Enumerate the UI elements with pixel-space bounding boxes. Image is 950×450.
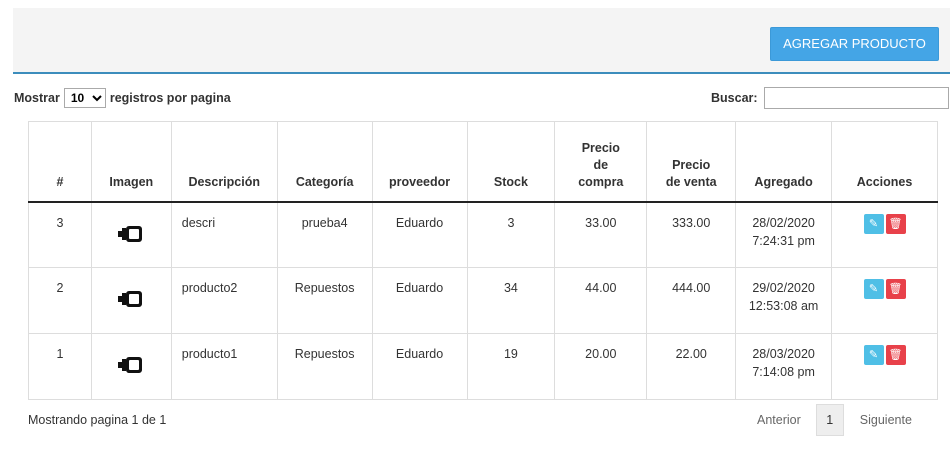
added-time: 7:14:08 pm [752, 365, 815, 379]
added-date: 29/02/2020 [752, 281, 815, 295]
cell-stock: 19 [466, 333, 556, 400]
pagination: Anterior 1 Siguiente [757, 403, 912, 437]
col-header-description[interactable]: Descripción [170, 121, 278, 203]
edit-icon[interactable]: ✎ [863, 345, 884, 365]
product-image-icon [118, 355, 144, 380]
next-page-button[interactable]: Siguiente [860, 413, 912, 427]
cell-sell-price: 333.00 [646, 201, 737, 268]
added-date: 28/03/2020 [752, 347, 815, 361]
cell-description: producto1 [170, 333, 278, 400]
search-input[interactable] [763, 87, 949, 109]
cell-added: 28/03/2020 7:14:08 pm [735, 333, 833, 400]
per-page-label: registros por pagina [109, 91, 231, 105]
table-header-row: # Imagen Descripción Categoría proveedor… [28, 121, 938, 203]
col-header-id[interactable]: # [28, 121, 92, 203]
trash-icon[interactable]: 🗑 [885, 345, 906, 365]
cell-stock: 3 [466, 201, 556, 268]
buy-line-2: de [593, 157, 609, 172]
cell-id: 2 [28, 267, 92, 334]
prev-page-button[interactable]: Anterior [757, 413, 801, 427]
added-date: 28/02/2020 [752, 215, 815, 230]
col-header-added[interactable]: Agregado [735, 121, 833, 203]
products-table: # Imagen Descripción Categoría proveedor… [28, 121, 938, 400]
cell-category: prueba4 [276, 201, 373, 268]
trash-icon[interactable]: 🗑 [885, 213, 906, 234]
product-image-icon [118, 224, 144, 249]
added-time: 12:53:08 am [748, 299, 819, 313]
table-row: 1 producto1 Repuestos Eduardo 19 20.00 22.00 28… [28, 333, 938, 400]
cell-sell-price: 444.00 [646, 267, 737, 334]
table-row: 3 descri prueba4 Eduardo 3 33.00 333.00 28/02/2… [28, 201, 938, 268]
cell-provider: Eduardo [371, 201, 468, 268]
trash-icon[interactable]: 🗑 [885, 279, 906, 299]
col-header-actions: Acciones [831, 121, 938, 203]
edit-icon[interactable]: ✎ [863, 279, 884, 299]
page-size-control: Mostrar 10 registros por pagina [14, 86, 231, 110]
add-product-button[interactable]: AGREGAR PRODUCTO [770, 27, 939, 61]
cell-id: 3 [28, 201, 92, 268]
pagination-info: Mostrando pagina 1 de 1 [28, 413, 167, 427]
cell-image [90, 201, 172, 268]
col-header-category[interactable]: Categoría [276, 121, 373, 203]
table-row: 2 producto2 Repuestos Eduardo 34 44.00 444.00 2… [28, 267, 938, 334]
cell-image [90, 333, 172, 400]
cell-category: Repuestos [276, 333, 373, 400]
cell-actions: ✎ 🗑 [831, 201, 938, 268]
cell-id: 1 [28, 333, 92, 400]
col-header-buy-price[interactable]: Precio de compra [554, 121, 648, 203]
cell-sell-price: 22.00 [646, 333, 737, 400]
cell-description: producto2 [170, 267, 278, 334]
cell-buy-price: 20.00 [554, 333, 648, 400]
panel-header: AGREGAR PRODUCTO [13, 8, 950, 74]
show-label: Mostrar [14, 91, 60, 105]
sell-line-2: de venta [665, 174, 717, 189]
page-top-strip [0, 0, 950, 8]
page-number-button[interactable]: 1 [815, 404, 844, 436]
cell-provider: Eduardo [371, 333, 468, 400]
cell-category: Repuestos [276, 267, 373, 334]
buy-line-1: Precio [581, 140, 620, 155]
added-time: 7:24:31 pm [752, 233, 815, 248]
cell-buy-price: 44.00 [554, 267, 648, 334]
col-header-stock[interactable]: Stock [466, 121, 556, 203]
cell-provider: Eduardo [371, 267, 468, 334]
search-label: Buscar: [711, 91, 758, 105]
product-image-icon [118, 289, 144, 314]
buy-line-3: compra [578, 174, 624, 189]
cell-added: 29/02/2020 12:53:08 am [735, 267, 833, 334]
cell-description: descri [170, 201, 278, 268]
cell-image [90, 267, 172, 334]
cell-actions: ✎ 🗑 [831, 333, 938, 400]
edit-icon[interactable]: ✎ [863, 213, 884, 234]
col-header-sell-price[interactable]: Precio de venta [646, 121, 737, 203]
cell-actions: ✎ 🗑 [831, 267, 938, 334]
search-control: Buscar: [711, 86, 949, 110]
cell-added: 28/02/2020 7:24:31 pm [735, 201, 833, 268]
cell-buy-price: 33.00 [554, 201, 648, 268]
page-size-select[interactable]: 10 [63, 88, 106, 108]
col-header-image[interactable]: Imagen [90, 121, 172, 203]
sell-line-1: Precio [672, 157, 711, 172]
col-header-provider[interactable]: proveedor [371, 121, 468, 203]
cell-stock: 34 [466, 267, 556, 334]
